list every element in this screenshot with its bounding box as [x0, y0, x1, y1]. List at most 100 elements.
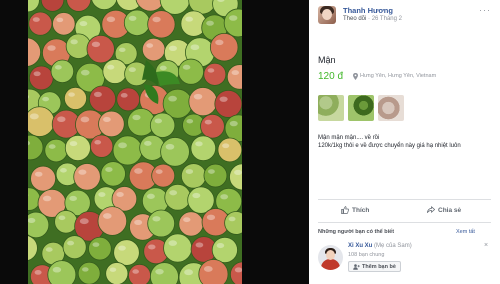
fruit-highlight [118, 245, 126, 251]
plum-fruit [198, 259, 229, 284]
fruit-highlight [120, 93, 128, 98]
add-friend-button[interactable]: Thêm bạn bè [348, 261, 401, 272]
fruit-highlight [94, 140, 102, 145]
fruit-highlight [155, 169, 163, 174]
share-icon [427, 206, 435, 213]
fruit-highlight [80, 116, 90, 123]
follow-link[interactable]: Theo dõi [343, 16, 366, 22]
fruit-highlight [152, 16, 161, 23]
product-photo[interactable] [28, 0, 242, 284]
plum-fruit [63, 86, 88, 110]
fruit-highlight [195, 141, 203, 147]
like-button[interactable]: Thích [341, 206, 369, 214]
location-pin-icon [353, 73, 358, 80]
fruit-highlight [80, 69, 90, 76]
plum-fruit [73, 163, 101, 191]
plum-fruit [160, 137, 190, 167]
fruit-highlight [128, 67, 136, 73]
fruit-highlight [79, 20, 88, 27]
fruit-highlight [185, 169, 194, 175]
fruit-highlight [231, 70, 239, 76]
plum-fruit [30, 165, 57, 192]
more-options-icon[interactable]: ··· [479, 5, 491, 15]
fruit-highlight [29, 113, 39, 120]
fruit-highlight [70, 39, 78, 45]
plum-fruit [98, 110, 125, 138]
fruit-highlight [132, 269, 139, 274]
plum-fruit [102, 58, 128, 84]
fruit-highlight [203, 266, 213, 272]
people-you-may-know-title: Những người bạn có thể biết [318, 229, 395, 235]
fruit-highlight [82, 267, 89, 272]
friend-relation: (Mẹ của Sam) [372, 243, 412, 249]
fruit-highlight [68, 92, 75, 97]
friend-avatar[interactable] [318, 245, 343, 270]
plum-fruit [203, 62, 227, 86]
plum-fruit [44, 138, 68, 163]
fruit-highlight [228, 216, 236, 222]
fruit-highlight [159, 65, 167, 71]
fruit-highlight [182, 64, 191, 70]
fruit-highlight [152, 216, 161, 222]
plum-fruit [100, 161, 126, 187]
thumbnail-3[interactable] [378, 95, 404, 121]
plum-fruit [28, 106, 55, 137]
plum-fruit [28, 11, 53, 36]
fruit-highlight [47, 45, 56, 51]
author-avatar[interactable] [318, 6, 336, 24]
fruit-highlight [184, 269, 193, 276]
plum-fruit [86, 35, 115, 64]
photo-thumbnails [318, 95, 404, 121]
fruit-highlight [118, 47, 126, 52]
fruit-highlight [52, 266, 62, 273]
fruit-highlight [155, 268, 164, 275]
fruit-highlight [192, 192, 201, 199]
fruit-highlight [229, 120, 238, 127]
fruit-highlight [93, 91, 102, 98]
fruit-highlight [54, 65, 62, 70]
fruit-highlight [42, 195, 52, 202]
fruit-highlight [116, 192, 124, 197]
friend-name-link[interactable]: Xi Xu Xu [348, 243, 372, 249]
fruit-highlight [34, 171, 43, 177]
fruit-highlight [92, 242, 100, 247]
thumbnail-2[interactable] [348, 95, 374, 121]
mutual-friends[interactable]: 108 bạn chung [348, 252, 384, 258]
plum-fruit [163, 233, 193, 263]
author-name[interactable]: Thanh Hương [343, 6, 393, 15]
like-label: Thích [352, 206, 370, 214]
fruit-highlight [58, 215, 66, 221]
plum-fruit [54, 210, 78, 234]
plum-fruit [147, 209, 176, 238]
plum-fruit [178, 211, 204, 237]
fruit-highlight [206, 20, 214, 26]
plum-fruit [112, 135, 143, 166]
plum-fruit [147, 10, 176, 39]
plum-fruit [50, 59, 75, 84]
plum-fruit [64, 134, 91, 162]
plum-fruit [97, 206, 128, 236]
plum-fruit [62, 235, 87, 260]
fruit-highlight [206, 214, 216, 221]
close-icon[interactable]: × [484, 242, 488, 249]
description-line-2: 120k/1kg thôi e về được chuyển này giá h… [318, 143, 461, 149]
fruit-highlight [67, 240, 75, 246]
fruit-highlight [109, 267, 117, 272]
share-button[interactable]: Chia sẻ [427, 206, 461, 214]
plum-fruit [164, 183, 192, 211]
plum-fruit [88, 85, 117, 113]
fruit-highlight [28, 217, 36, 223]
fruit-highlight [98, 192, 106, 197]
fruit-highlight [144, 140, 152, 146]
fruit-highlight [134, 219, 143, 226]
thumbnail-1[interactable] [318, 95, 344, 121]
plum-fruit [116, 87, 141, 112]
fruit-highlight [204, 119, 212, 125]
fruit-highlight [102, 213, 112, 219]
fruit-highlight [91, 41, 101, 48]
fruit-highlight [128, 15, 137, 21]
fruit-highlight [42, 96, 50, 102]
listing-location[interactable]: Hưng Yên, Hưng Yên, Vietnam [360, 73, 436, 79]
post-date[interactable]: 26 Tháng 2 [372, 16, 402, 22]
see-all-link[interactable]: Xem tất [456, 229, 475, 235]
